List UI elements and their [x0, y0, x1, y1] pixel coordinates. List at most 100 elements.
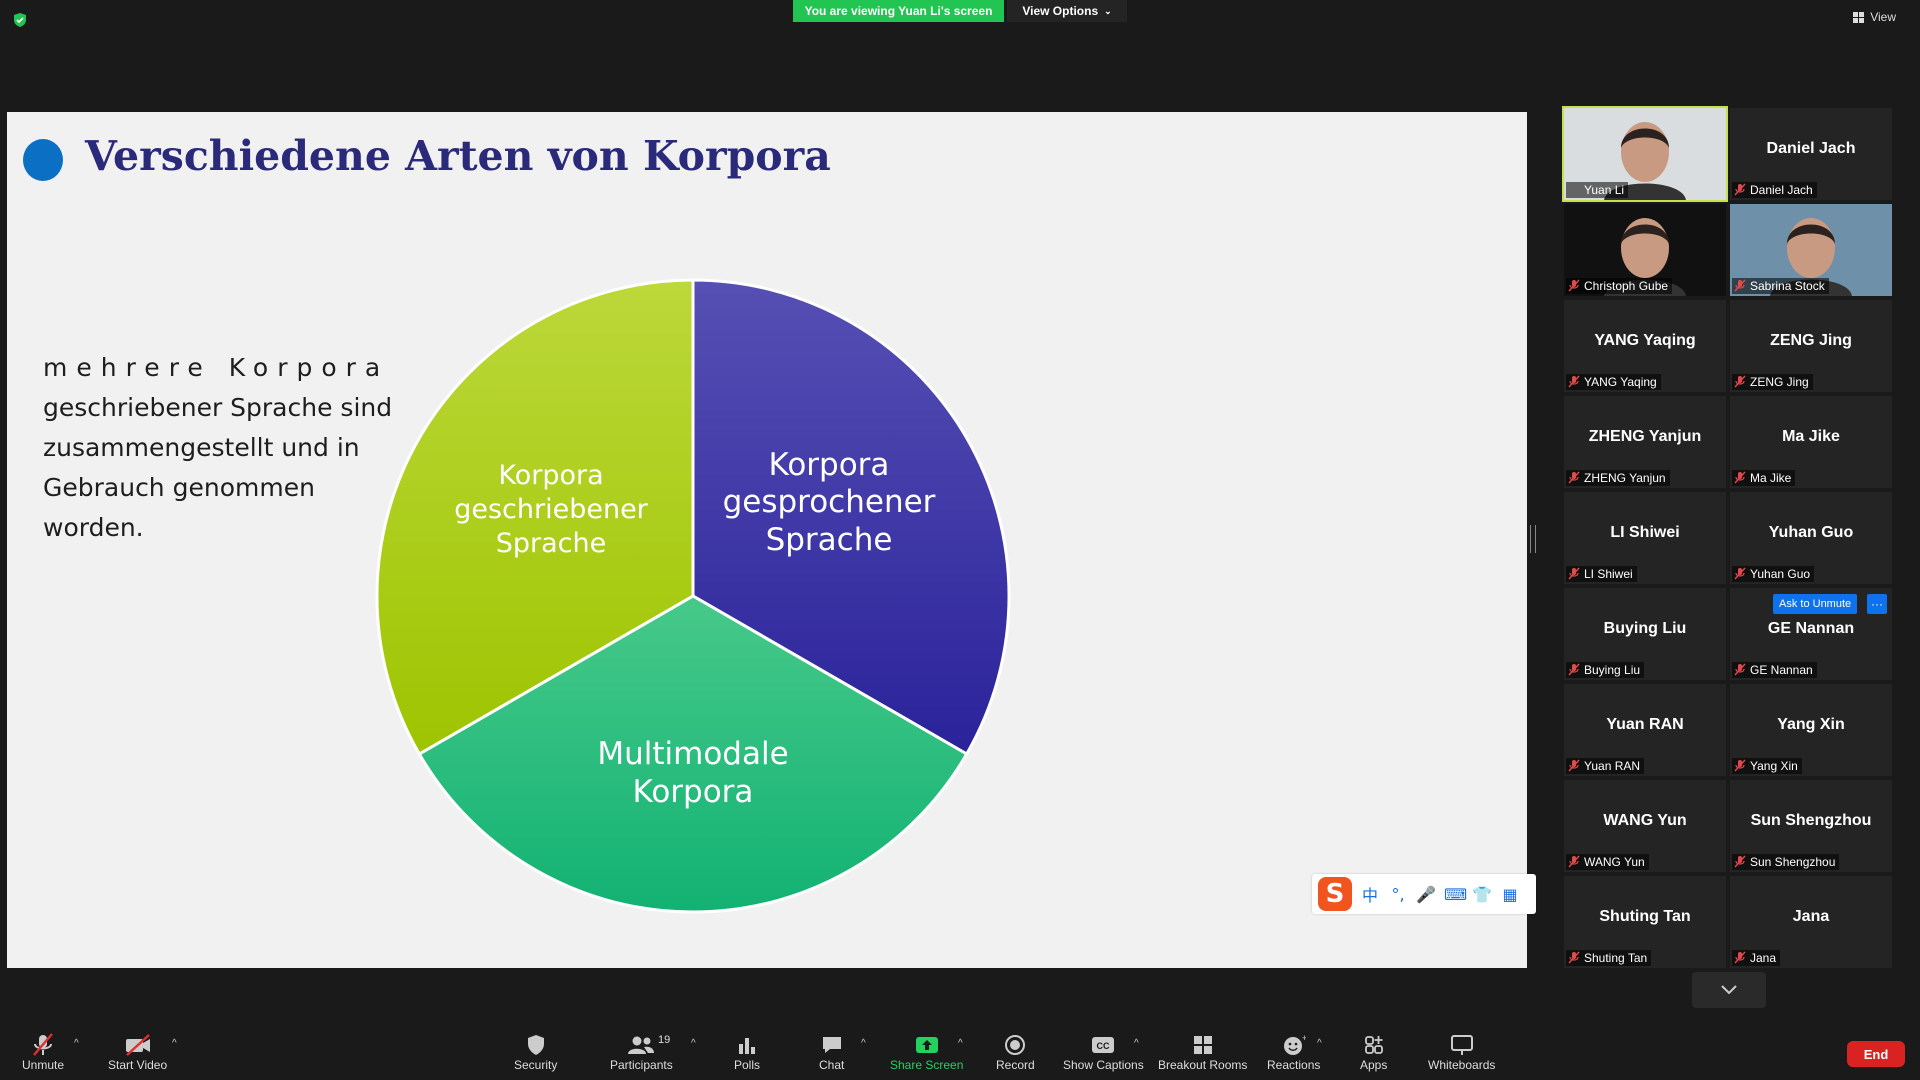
view-options-button[interactable]: View Options ⌄ — [1007, 0, 1127, 22]
reactions-icon: + — [1283, 1034, 1306, 1055]
participant-name: Shuting Tan — [1599, 908, 1691, 925]
viewing-banner: You are viewing Yuan Li's screen — [793, 0, 1004, 22]
apps-label: Apps — [1360, 1058, 1388, 1072]
participant-tile[interactable]: Buying Liu Buying Liu — [1564, 588, 1726, 680]
meeting-toolbar: Unmute ^ Start Video ^ Security Particip… — [0, 1024, 1920, 1080]
participant-tile[interactable]: Ma Jike Ma Jike — [1730, 396, 1892, 488]
pie-label-spoken-1: Korpora — [769, 447, 890, 483]
captions-icon: CC — [1092, 1037, 1115, 1053]
security-button[interactable]: Security — [514, 1032, 557, 1072]
gallery-scroll-down-button[interactable] — [1692, 972, 1766, 1008]
end-meeting-button[interactable]: End — [1847, 1041, 1905, 1067]
muted-microphone-icon — [1568, 759, 1580, 772]
participant-tile[interactable]: ZENG Jing ZENG Jing — [1730, 300, 1892, 392]
muted-microphone-icon — [1734, 951, 1746, 964]
caret-up-icon[interactable]: ^ — [1317, 1038, 1322, 1049]
participant-tile[interactable]: Christoph Gube — [1564, 204, 1726, 296]
record-button[interactable]: Record — [996, 1032, 1035, 1072]
ime-microphone-icon[interactable]: 🎤 — [1416, 885, 1436, 904]
chat-button[interactable]: Chat — [819, 1032, 844, 1072]
muted-microphone-icon — [1734, 471, 1746, 484]
unmute-button[interactable]: Unmute — [22, 1032, 64, 1072]
participant-tile[interactable]: Yuan RAN Yuan RAN — [1564, 684, 1726, 776]
muted-microphone-icon — [1734, 375, 1746, 388]
view-button[interactable]: View — [1853, 10, 1896, 24]
view-options-label: View Options — [1022, 4, 1099, 18]
breakout-rooms-button[interactable]: Breakout Rooms — [1158, 1032, 1247, 1072]
participant-tile[interactable]: Sun Shengzhou Sun Shengzhou — [1730, 780, 1892, 872]
participant-tile[interactable]: YANG Yaqing YANG Yaqing — [1564, 300, 1726, 392]
whiteboards-label: Whiteboards — [1428, 1058, 1496, 1072]
muted-microphone-icon — [1734, 759, 1746, 772]
participant-label: ZHENG Yanjun — [1566, 470, 1670, 486]
shield-icon[interactable] — [12, 12, 28, 28]
caret-up-icon[interactable]: ^ — [172, 1038, 177, 1049]
participant-name: GE Nannan — [1767, 620, 1855, 637]
participant-label: YANG Yaqing — [1566, 374, 1661, 390]
ime-toolbar[interactable]: S 中 °, 🎤 ⌨ 👕 ▦ — [1312, 874, 1536, 914]
reactions-label: Reactions — [1267, 1058, 1321, 1072]
record-label: Record — [996, 1058, 1035, 1072]
muted-microphone-icon — [1734, 183, 1746, 196]
ime-skin-icon[interactable]: 👕 — [1472, 885, 1492, 904]
pie-label-written-3: Sprache — [496, 528, 607, 559]
view-label: View — [1870, 10, 1896, 24]
muted-microphone-icon — [1568, 375, 1580, 388]
apps-button[interactable]: Apps — [1360, 1032, 1387, 1072]
participant-name: Ma Jike — [1782, 428, 1840, 445]
participant-name: ZENG Jing — [1770, 332, 1852, 349]
share-screen-button[interactable]: Share Screen — [890, 1032, 963, 1072]
breakout-rooms-icon — [1193, 1036, 1212, 1054]
ime-punctuation-icon[interactable]: °, — [1388, 885, 1408, 904]
breakout-rooms-label: Breakout Rooms — [1158, 1058, 1248, 1072]
polls-label: Polls — [734, 1058, 761, 1072]
muted-microphone-icon — [1568, 663, 1580, 676]
participant-name: Yang Xin — [1777, 716, 1845, 733]
polls-button[interactable]: Polls — [734, 1032, 760, 1072]
record-icon — [1005, 1035, 1026, 1055]
show-captions-button[interactable]: CC Show Captions — [1063, 1032, 1144, 1072]
ask-to-unmute-button[interactable]: Ask to Unmute — [1773, 594, 1858, 614]
security-label: Security — [514, 1058, 558, 1072]
participant-tile[interactable]: Sabrina Stock — [1730, 204, 1892, 296]
start-video-label: Start Video — [108, 1058, 168, 1072]
participant-tile[interactable]: Shuting Tan Shuting Tan — [1564, 876, 1726, 968]
caret-up-icon[interactable]: ^ — [1134, 1038, 1139, 1049]
ime-logo-icon[interactable]: S — [1318, 877, 1352, 911]
caret-up-icon[interactable]: ^ — [861, 1038, 866, 1049]
ime-keyboard-icon[interactable]: ⌨ — [1444, 885, 1467, 904]
chat-label: Chat — [819, 1058, 845, 1072]
participant-name: Sun Shengzhou — [1750, 812, 1872, 829]
caret-up-icon[interactable]: ^ — [958, 1038, 963, 1049]
participant-label: Yuan Li — [1566, 182, 1629, 198]
participant-tile[interactable]: Yuan Li — [1562, 106, 1728, 202]
polls-icon — [739, 1038, 755, 1054]
svg-text:CC: CC — [1097, 1041, 1110, 1051]
caret-up-icon[interactable]: ^ — [74, 1038, 79, 1049]
participant-name: Yuhan Guo — [1768, 524, 1854, 541]
more-options-button[interactable]: ··· — [1867, 594, 1887, 614]
participant-name: Daniel Jach — [1766, 140, 1856, 157]
participant-tile[interactable]: LI Shiwei LI Shiwei — [1564, 492, 1726, 584]
muted-microphone-icon — [1734, 663, 1746, 676]
participant-name: LI Shiwei — [1610, 524, 1680, 541]
participant-tile[interactable]: ZHENG Yanjun ZHENG Yanjun — [1564, 396, 1726, 488]
security-shield-icon — [527, 1035, 544, 1055]
participant-name: WANG Yun — [1603, 812, 1687, 829]
participant-tile[interactable]: WANG Yun WANG Yun — [1564, 780, 1726, 872]
participant-tile[interactable]: Jana Jana — [1730, 876, 1892, 968]
participant-tile[interactable]: Yang Xin Yang Xin — [1730, 684, 1892, 776]
participants-count: 19 — [658, 1034, 671, 1046]
whiteboards-button[interactable]: Whiteboards — [1428, 1032, 1495, 1072]
participant-tile[interactable]: Daniel Jach Daniel Jach — [1730, 108, 1892, 200]
pie-chart: Korpora gesprochener Sprache Korpora ges… — [375, 278, 1011, 914]
show-captions-label: Show Captions — [1063, 1058, 1144, 1072]
ime-apps-icon[interactable]: ▦ — [1500, 885, 1520, 904]
panel-resize-handle[interactable] — [1530, 525, 1536, 553]
reactions-button[interactable]: + Reactions — [1267, 1032, 1320, 1072]
ime-chinese-mode-icon[interactable]: 中 — [1360, 882, 1380, 906]
caret-up-icon[interactable]: ^ — [691, 1038, 696, 1049]
start-video-button[interactable]: Start Video — [108, 1032, 167, 1072]
participant-name: Jana — [1792, 908, 1830, 925]
participant-tile[interactable]: Yuhan Guo Yuhan Guo — [1730, 492, 1892, 584]
